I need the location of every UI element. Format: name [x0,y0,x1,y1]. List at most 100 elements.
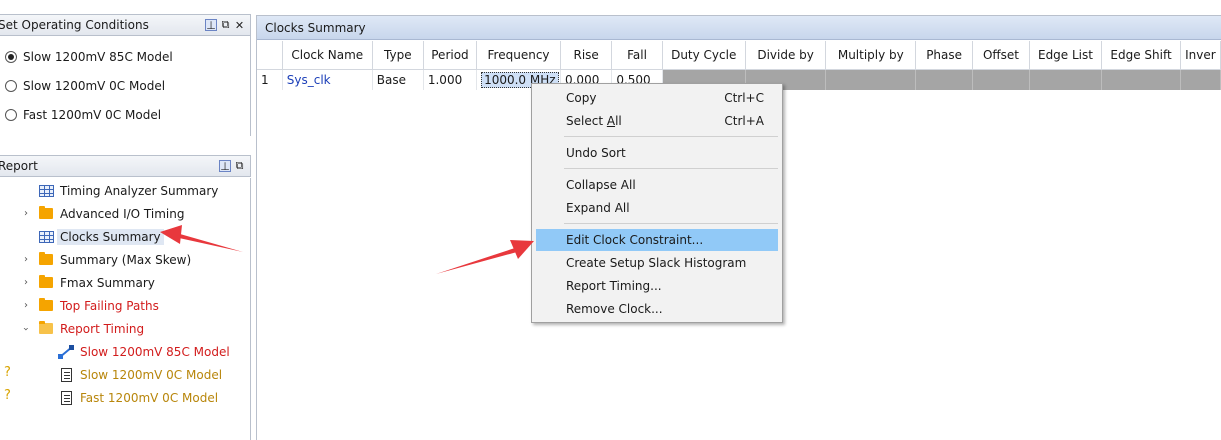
folder-icon [39,298,53,311]
pin-icon[interactable]: ⊥ [205,19,217,32]
condition-label: Slow 1200mV 0C Model [23,79,166,93]
column-header[interactable]: Edge Shift [1101,41,1182,70]
column-header[interactable]: Offset [972,41,1030,70]
chevron-right-icon[interactable]: › [21,254,31,265]
column-header[interactable]: Inver [1180,41,1221,70]
folder-icon [39,206,53,219]
inverted-cell [1180,69,1221,90]
tree-item-slow-0c-model[interactable]: Slow 1200mV 0C Model [58,364,222,385]
row-index: 1 [257,69,283,90]
menu-item-create-setup-slack-histogram[interactable]: Create Setup Slack Histogram [536,252,778,274]
tree-item-label: Fmax Summary [60,275,155,290]
table-icon [38,184,54,197]
tree-item-label: Top Failing Paths [60,298,159,313]
tree-item-label: Clocks Summary [57,228,164,245]
menu-item-edit-clock-constraint[interactable]: Edit Clock Constraint... [536,229,778,251]
period-cell: 1.000 [423,69,478,90]
column-header[interactable]: Fall [611,41,663,70]
document-icon [60,367,72,382]
condition-option-slow-0c[interactable]: Slow 1200mV 0C Model [5,79,165,93]
column-header[interactable]: Clock Name [282,41,373,70]
table-header-row: Clock Name Type Period Frequency Rise Fa… [257,41,1221,70]
radio-selected-icon[interactable] [5,51,17,63]
column-header[interactable]: Edge List [1029,41,1103,70]
type-cell: Base [372,69,424,90]
tree-item-fast-0c-model[interactable]: Fast 1200mV 0C Model [58,387,218,408]
column-header[interactable]: Divide by [745,41,827,70]
condition-option-slow-85c[interactable]: Slow 1200mV 85C Model [5,50,173,64]
question-mark-icon: ? [4,365,11,380]
column-header[interactable]: Multiply by [825,41,917,70]
condition-option-fast-0c[interactable]: Fast 1200mV 0C Model [5,108,161,122]
menu-item-label: Select All [566,114,622,128]
menu-item-label: Report Timing... [566,279,662,293]
menu-item-label: Create Setup Slack Histogram [566,256,747,270]
multiply-by-cell [825,69,917,90]
left-column: Set Operating Conditions ⊥ ⧉ ✕ Slow 1200… [0,0,251,440]
edge-shift-cell [1101,69,1182,90]
column-header[interactable]: Frequency [476,41,561,70]
menu-shortcut: Ctrl+A [724,114,764,128]
operating-conditions-title: Set Operating Conditions [0,18,149,32]
float-window-icon[interactable]: ⧉ [234,159,245,172]
context-menu: Copy Ctrl+C Select All Ctrl+A Undo Sort … [531,83,783,323]
chevron-right-icon[interactable]: › [21,277,31,288]
report-tree: Timing Analyzer Summary › Advanced I/O T… [0,178,251,440]
column-header[interactable]: Phase [915,41,974,70]
tree-item-report-timing[interactable]: › Report Timing [21,318,145,339]
menu-item-collapse-all[interactable]: Collapse All [536,174,778,196]
clocks-summary-title: Clocks Summary [257,16,1221,40]
tree-item-label: Summary (Max Skew) [60,252,192,267]
offset-cell [972,69,1030,90]
menu-item-copy[interactable]: Copy Ctrl+C [536,87,778,109]
folder-icon [39,275,53,288]
menu-item-label: Expand All [566,201,630,215]
phase-cell [915,69,974,90]
tree-item-fmax-summary[interactable]: › Fmax Summary [24,272,155,293]
tree-item-advanced-io-timing[interactable]: › Advanced I/O Timing [24,203,185,224]
tree-item-top-failing-paths[interactable]: › Top Failing Paths [24,295,159,316]
radio-icon[interactable] [5,109,17,121]
menu-item-report-timing[interactable]: Report Timing... [536,275,778,297]
column-header[interactable]: Duty Cycle [662,41,746,70]
tree-item-label: Slow 1200mV 0C Model [80,367,223,382]
menu-item-label: Collapse All [566,178,636,192]
tree-item-clocks-summary[interactable]: Clocks Summary [38,226,164,247]
open-folder-icon [39,321,53,334]
tree-item-label: Report Timing [60,321,145,336]
table-icon [38,230,54,243]
menu-item-undo-sort[interactable]: Undo Sort [536,142,778,164]
float-window-icon[interactable]: ⧉ [220,18,231,31]
menu-separator [564,168,778,169]
tree-item-label: Slow 1200mV 85C Model [80,344,230,359]
chevron-right-icon[interactable]: › [21,300,31,311]
menu-item-label: Remove Clock... [566,302,663,316]
close-icon[interactable]: ✕ [234,19,245,32]
pin-icon[interactable]: ⊥ [219,160,231,173]
menu-separator [564,223,778,224]
tree-item-timing-analyzer-summary[interactable]: Timing Analyzer Summary [38,180,218,201]
column-header-index[interactable] [257,41,283,70]
menu-item-expand-all[interactable]: Expand All [536,197,778,219]
column-header[interactable]: Type [372,41,424,70]
menu-item-remove-clock[interactable]: Remove Clock... [536,298,778,320]
column-header[interactable]: Period [423,41,478,70]
tree-item-label: Advanced I/O Timing [60,206,185,221]
menu-separator [564,136,778,137]
chevron-right-icon[interactable]: › [21,208,31,219]
clock-name-cell[interactable]: Sys_clk [282,69,373,90]
tree-item-label: Fast 1200mV 0C Model [80,390,219,405]
tree-item-slow-85c-model[interactable]: Slow 1200mV 85C Model [58,341,230,362]
tree-item-summary-max-skew[interactable]: › Summary (Max Skew) [24,249,192,270]
operating-conditions-header: Set Operating Conditions ⊥ ⧉ ✕ [0,14,251,36]
menu-item-select-all[interactable]: Select All Ctrl+A [536,110,778,132]
edge-list-cell [1029,69,1103,90]
menu-item-label: Edit Clock Constraint... [566,233,704,247]
question-mark-icon: ? [4,388,11,403]
menu-item-label: Undo Sort [566,146,626,160]
path-diagram-icon [58,344,74,359]
chevron-down-icon[interactable]: › [21,324,32,334]
folder-icon [39,252,53,265]
radio-icon[interactable] [5,80,17,92]
column-header[interactable]: Rise [560,41,613,70]
